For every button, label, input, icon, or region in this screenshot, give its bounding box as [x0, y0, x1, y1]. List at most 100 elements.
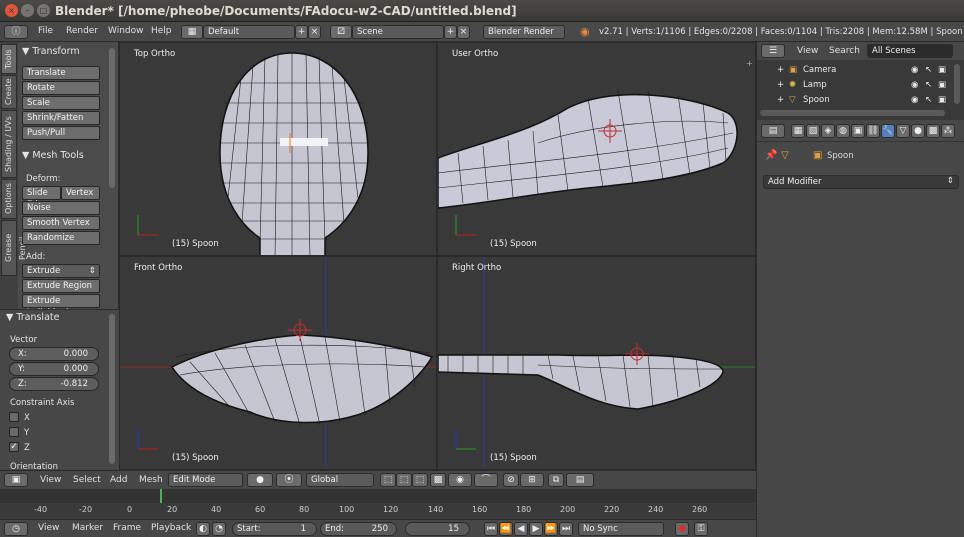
vector-z-field[interactable]: Z: -0.812 [9, 377, 99, 391]
layers-tab-icon[interactable]: ▧ [806, 124, 820, 138]
viewport-right-ortho[interactable]: Right Ortho (15) Spoon [437, 256, 756, 470]
constraint-x-checkbox[interactable] [9, 412, 19, 422]
world-tab-icon[interactable]: ◍ [836, 124, 850, 138]
texture-tab-icon[interactable]: ▩ [926, 124, 940, 138]
keying-set-icon[interactable]: ⚿ [694, 522, 708, 536]
editor-type-icon[interactable]: ▣ [4, 473, 28, 487]
eye-icon[interactable]: ◉ [911, 93, 918, 108]
extrude-region-button[interactable]: Extrude Region [22, 279, 100, 293]
prev-keyframe-icon[interactable]: ⏪ [499, 522, 513, 536]
record-icon[interactable]: ● [675, 522, 689, 536]
jump-start-icon[interactable]: ⏮ [484, 522, 498, 536]
render-engine-select[interactable]: Blender Render [483, 25, 565, 39]
randomize-button[interactable]: Randomize [22, 231, 100, 245]
orientation-select[interactable]: Global [306, 473, 374, 487]
render-image-icon[interactable]: ▤ [566, 473, 594, 487]
material-tab-icon[interactable]: ● [911, 124, 925, 138]
panel-translate-header[interactable]: ▼ Translate [2, 310, 59, 326]
push-pull-button[interactable]: Push/Pull [22, 126, 100, 140]
jump-end-icon[interactable]: ⏭ [559, 522, 573, 536]
remove-layout-icon[interactable]: × [308, 25, 321, 39]
menu-add[interactable]: Add [110, 475, 127, 485]
viewport-front-ortho[interactable]: Front Ortho (15) Spoon [119, 256, 437, 470]
snap-icon[interactable]: ⊘ [503, 473, 519, 487]
sync-select[interactable]: No Sync [578, 522, 664, 536]
editor-type-icon[interactable]: ⓘ [4, 25, 28, 39]
scene-field[interactable]: Scene [352, 25, 444, 39]
viewport-user-ortho[interactable]: User Ortho + (15) Spoon [437, 42, 756, 256]
render-tab-icon[interactable]: ▦ [791, 124, 805, 138]
add-scene-icon[interactable]: + [444, 25, 457, 39]
render-icon[interactable]: ▣ [938, 78, 946, 93]
layout-icon[interactable]: ▦ [181, 25, 203, 39]
shading-icon[interactable]: ● [247, 473, 273, 487]
panel-transform-header[interactable]: ▼ Transform [18, 44, 80, 60]
vertex-select-icon[interactable]: ⬚ [380, 473, 396, 487]
menu-window[interactable]: Window [108, 26, 144, 36]
rotate-button[interactable]: Rotate [22, 81, 100, 95]
tab-shading-uvs[interactable]: Shading / UVs [1, 110, 17, 178]
menu-view[interactable]: View [40, 475, 61, 485]
menu-help[interactable]: Help [151, 26, 172, 36]
menu-frame[interactable]: Frame [113, 523, 141, 533]
menu-search[interactable]: Search [829, 46, 860, 56]
eye-icon[interactable]: ◉ [911, 78, 918, 93]
outliner-vscrollbar[interactable] [954, 64, 960, 104]
panel-mesh-tools-header[interactable]: ▼ Mesh Tools [18, 148, 84, 164]
editor-type-icon[interactable]: ☰ [761, 44, 785, 58]
next-keyframe-icon[interactable]: ⏩ [544, 522, 558, 536]
slide-edge-button[interactable]: Slide Ed [22, 186, 61, 210]
vector-x-field[interactable]: X: 0.000 [9, 347, 99, 361]
edge-select-icon[interactable]: ⬚ [396, 473, 412, 487]
scale-button[interactable]: Scale [22, 96, 100, 110]
current-frame-field[interactable]: 15 [405, 522, 470, 536]
menu-render[interactable]: Render [66, 26, 98, 36]
add-modifier-select[interactable]: Add Modifier ⇕ [763, 175, 959, 189]
layout-field[interactable]: Default [203, 25, 295, 39]
clock-icon[interactable]: ◔ [212, 522, 226, 536]
mode-select[interactable]: Edit Mode [168, 473, 243, 487]
render-icon[interactable]: ▣ [938, 63, 946, 78]
close-icon[interactable]: × [5, 4, 18, 17]
scene-tab-icon[interactable]: ◈ [821, 124, 835, 138]
outliner-item-camera[interactable]: + ▣ Camera ◉ ↖ ▣ [757, 63, 957, 78]
cursor-icon[interactable]: ↖ [925, 63, 932, 78]
editor-type-icon[interactable]: ◷ [4, 522, 28, 536]
pin-icon[interactable]: 📌 [765, 150, 777, 161]
timeline-area[interactable]: -40 -20 0 20 40 60 80 100 120 140 160 18… [0, 489, 756, 519]
outliner-hscrollbar[interactable] [760, 110, 945, 116]
eye-icon[interactable]: ◉ [911, 63, 918, 78]
constraint-y-checkbox[interactable] [9, 427, 19, 437]
pivot-icon[interactable]: ⦿ [276, 473, 302, 487]
tool-shelf-scrollbar[interactable] [109, 48, 115, 188]
display-filter-select[interactable]: All Scenes [867, 44, 953, 58]
play-reverse-icon[interactable]: ◀ [514, 522, 528, 536]
preview-range-icon[interactable]: ◐ [196, 522, 210, 536]
outliner-item-spoon[interactable]: + ▽ Spoon ◉ ↖ ▣ [757, 93, 957, 108]
menu-select[interactable]: Select [73, 475, 101, 485]
menu-view[interactable]: View [38, 523, 59, 533]
menu-view[interactable]: View [797, 46, 818, 56]
render-icon[interactable]: ▣ [938, 93, 946, 108]
maximize-icon[interactable]: □ [37, 4, 50, 17]
current-frame-marker[interactable] [160, 489, 162, 503]
object-tab-icon[interactable]: ▣ [851, 124, 865, 138]
extrude-individual-button[interactable]: Extrude Individual [22, 294, 100, 318]
vector-y-field[interactable]: Y: 0.000 [9, 362, 99, 376]
modifiers-tab-icon[interactable]: 🔧 [881, 124, 895, 138]
viewport-top-ortho[interactable]: Top Ortho (15) Spoon [119, 42, 437, 256]
snap-element-icon[interactable]: ⊞ [520, 473, 544, 487]
menu-marker[interactable]: Marker [72, 523, 103, 533]
occlude-icon[interactable]: ▩ [430, 473, 446, 487]
editor-type-icon[interactable]: ▤ [761, 124, 785, 138]
tab-options[interactable]: Options [1, 179, 17, 219]
end-frame-field[interactable]: End: 250 [320, 522, 397, 536]
slide-vertex-button[interactable]: Vertex [61, 186, 100, 200]
particles-tab-icon[interactable]: ⁂ [941, 124, 955, 138]
render-preview-icon[interactable]: ⧉ [548, 473, 564, 487]
tab-tools[interactable]: Tools [1, 44, 17, 74]
extrude-select[interactable]: Extrude ⇕ [22, 264, 100, 278]
play-icon[interactable]: ▶ [529, 522, 543, 536]
menu-playback[interactable]: Playback [151, 523, 191, 533]
constraint-z-checkbox[interactable]: ✓ [9, 442, 19, 452]
